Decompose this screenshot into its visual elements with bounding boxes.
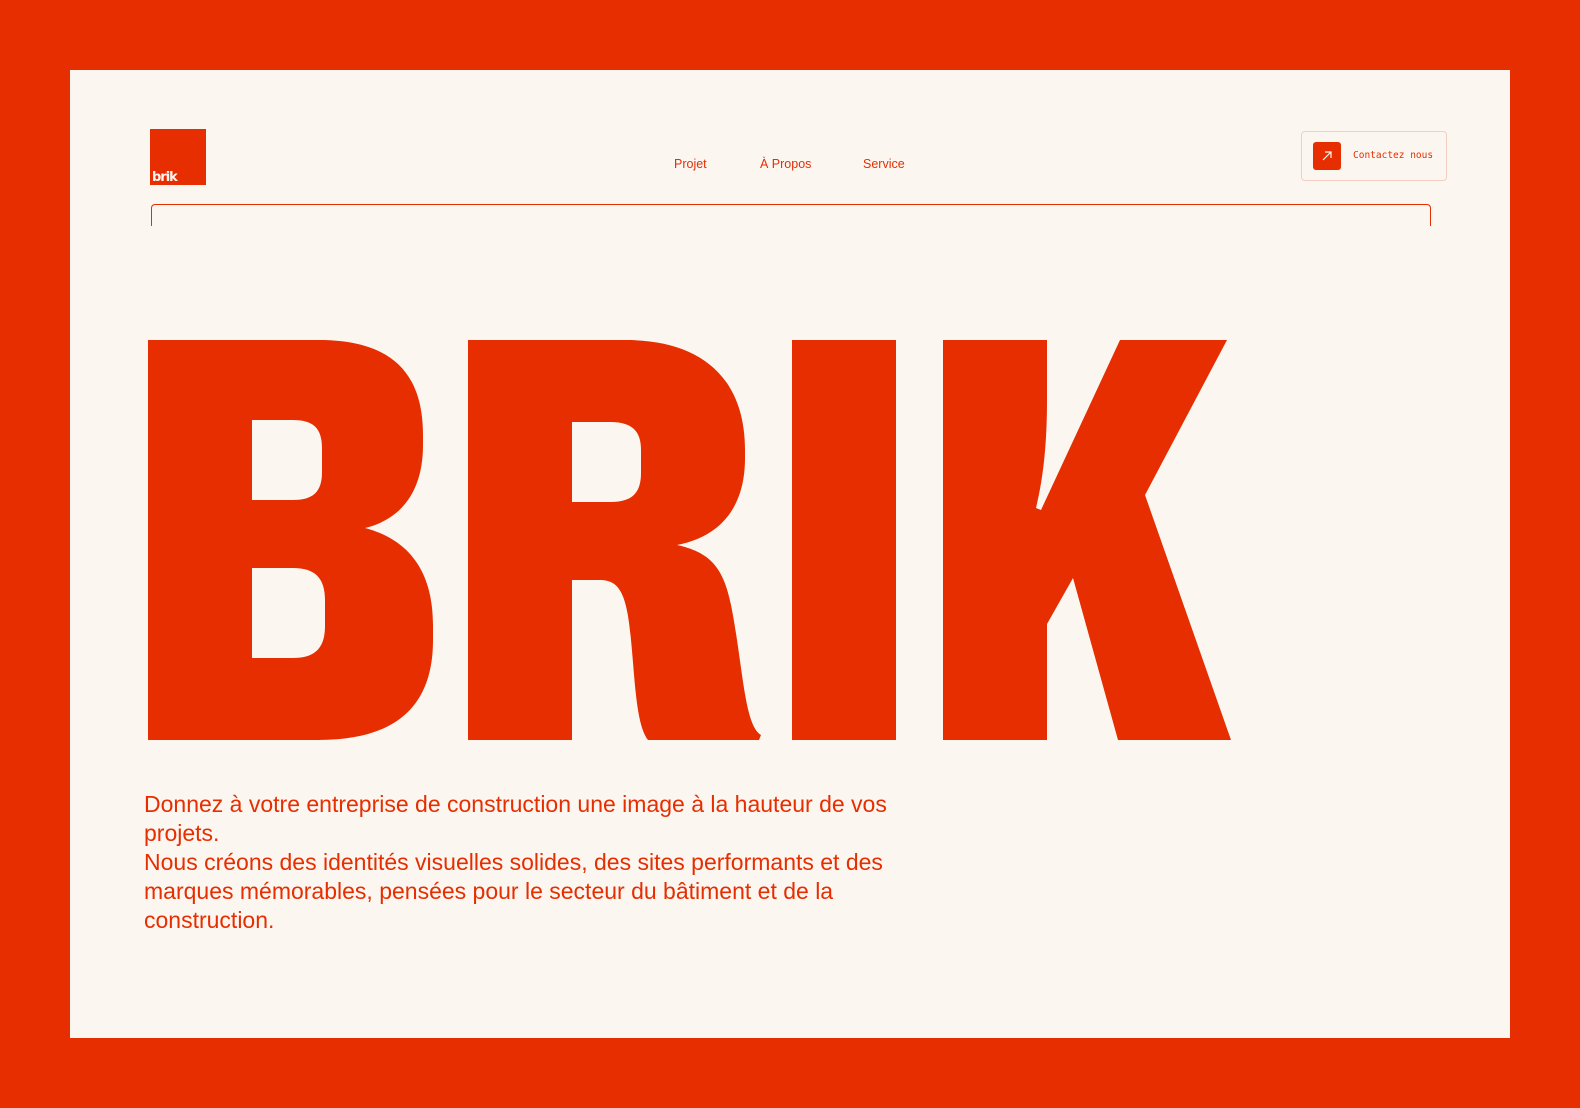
contact-label: Contactez nous [1353, 150, 1434, 161]
hero-description: Donnez à votre entreprise de constructio… [144, 790, 904, 935]
hero-wordmark [148, 340, 1231, 740]
header-divider [151, 204, 1431, 226]
nav-item-a-propos[interactable]: À Propos [760, 157, 811, 171]
contact-button[interactable]: Contactez nous [1301, 131, 1447, 181]
hero-line-1: Donnez à votre entreprise de constructio… [144, 791, 887, 846]
brand-logo[interactable]: brik [150, 129, 206, 185]
nav-item-projet[interactable]: Projet [674, 157, 707, 171]
letter-i [792, 340, 896, 740]
logo-wordmark: brik [152, 170, 178, 185]
page-frame: brik Projet À Propos Service Contactez n… [70, 70, 1510, 1038]
hero-title [148, 340, 1250, 740]
arrow-up-right-icon [1313, 142, 1341, 170]
letter-r [468, 340, 761, 740]
nav-item-service[interactable]: Service [863, 157, 905, 171]
letter-b [148, 340, 433, 740]
letter-k [943, 340, 1231, 740]
hero-line-2: Nous créons des identités visuelles soli… [144, 849, 883, 933]
